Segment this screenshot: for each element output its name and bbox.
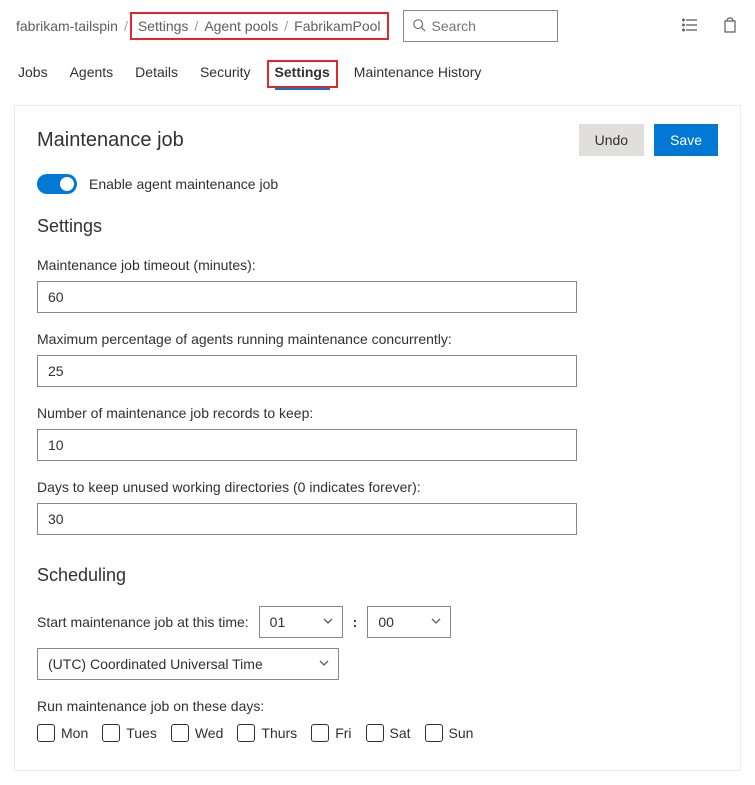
- checkbox[interactable]: [237, 724, 255, 742]
- enable-maintenance-label: Enable agent maintenance job: [89, 176, 278, 192]
- timezone-value: (UTC) Coordinated Universal Time: [48, 656, 263, 672]
- checkbox[interactable]: [311, 724, 329, 742]
- days-dirs-input[interactable]: [37, 503, 577, 535]
- day-label: Tues: [126, 725, 157, 741]
- undo-button[interactable]: Undo: [579, 124, 644, 156]
- chevron-down-icon: [316, 614, 334, 630]
- records-input[interactable]: [37, 429, 577, 461]
- day-label: Thurs: [261, 725, 297, 741]
- panel-title: Maintenance job: [37, 129, 184, 152]
- day-fri[interactable]: Fri: [311, 724, 351, 742]
- records-label: Number of maintenance job records to kee…: [37, 405, 577, 421]
- field-records: Number of maintenance job records to kee…: [37, 405, 577, 461]
- breadcrumb-pool-name[interactable]: FabrikamPool: [294, 18, 380, 34]
- panel-actions: Undo Save: [579, 124, 718, 156]
- tab-details[interactable]: Details: [133, 58, 180, 90]
- hour-select[interactable]: 01: [259, 606, 343, 638]
- checkbox[interactable]: [366, 724, 384, 742]
- breadcrumb-separator: /: [124, 18, 128, 34]
- start-time-label: Start maintenance job at this time:: [37, 614, 249, 630]
- chevron-down-icon: [424, 614, 442, 630]
- breadcrumb-separator: /: [284, 18, 288, 34]
- hour-value: 01: [270, 614, 286, 630]
- days-dirs-label: Days to keep unused working directories …: [37, 479, 577, 495]
- search-box[interactable]: [403, 10, 558, 42]
- breadcrumb-separator: /: [194, 18, 198, 34]
- settings-heading: Settings: [37, 216, 718, 237]
- settings-panel: Maintenance job Undo Save Enable agent m…: [14, 105, 741, 771]
- breadcrumb-org[interactable]: fabrikam-tailspin: [16, 18, 118, 34]
- save-button[interactable]: Save: [654, 124, 718, 156]
- tab-security[interactable]: Security: [198, 58, 253, 90]
- maxpct-label: Maximum percentage of agents running mai…: [37, 331, 577, 347]
- minute-select[interactable]: 00: [367, 606, 451, 638]
- timeout-label: Maintenance job timeout (minutes):: [37, 257, 577, 273]
- breadcrumb-highlight: Settings / Agent pools / FabrikamPool: [130, 12, 389, 40]
- search-input[interactable]: [432, 18, 549, 34]
- enable-maintenance-toggle[interactable]: [37, 174, 77, 194]
- timeout-input[interactable]: [37, 281, 577, 313]
- topbar: fabrikam-tailspin / Settings / Agent poo…: [0, 0, 755, 52]
- checkbox[interactable]: [171, 724, 189, 742]
- tabs: Jobs Agents Details Security Settings Ma…: [0, 52, 755, 91]
- day-label: Wed: [195, 725, 224, 741]
- time-colon: :: [353, 614, 358, 630]
- chevron-down-icon: [312, 656, 330, 672]
- day-thurs[interactable]: Thurs: [237, 724, 297, 742]
- list-icon[interactable]: [681, 16, 699, 37]
- tab-settings[interactable]: Settings: [273, 58, 332, 90]
- schedule-time-row: Start maintenance job at this time: 01 :…: [37, 606, 718, 680]
- breadcrumb: fabrikam-tailspin / Settings / Agent poo…: [16, 12, 389, 40]
- maxpct-input[interactable]: [37, 355, 577, 387]
- minute-value: 00: [378, 614, 394, 630]
- day-label: Sun: [449, 725, 474, 741]
- field-timeout: Maintenance job timeout (minutes):: [37, 257, 577, 313]
- enable-maintenance-row: Enable agent maintenance job: [37, 174, 718, 194]
- day-sat[interactable]: Sat: [366, 724, 411, 742]
- panel-header: Maintenance job Undo Save: [37, 124, 718, 156]
- day-sun[interactable]: Sun: [425, 724, 474, 742]
- day-wed[interactable]: Wed: [171, 724, 224, 742]
- scheduling-heading: Scheduling: [37, 565, 718, 586]
- day-label: Mon: [61, 725, 88, 741]
- field-maxpct: Maximum percentage of agents running mai…: [37, 331, 577, 387]
- day-label: Fri: [335, 725, 351, 741]
- checkbox[interactable]: [102, 724, 120, 742]
- day-label: Sat: [390, 725, 411, 741]
- tab-highlight: Settings: [267, 60, 338, 88]
- topbar-icons: [681, 16, 739, 37]
- breadcrumb-agent-pools[interactable]: Agent pools: [204, 18, 278, 34]
- shopping-bag-icon[interactable]: [721, 16, 739, 37]
- tab-maintenance-history[interactable]: Maintenance History: [352, 58, 484, 90]
- tab-agents[interactable]: Agents: [68, 58, 116, 90]
- breadcrumb-settings[interactable]: Settings: [138, 18, 189, 34]
- day-tues[interactable]: Tues: [102, 724, 157, 742]
- days-label: Run maintenance job on these days:: [37, 698, 718, 714]
- day-mon[interactable]: Mon: [37, 724, 88, 742]
- search-icon: [412, 18, 426, 35]
- checkbox[interactable]: [37, 724, 55, 742]
- tab-jobs[interactable]: Jobs: [16, 58, 50, 90]
- field-days-dirs: Days to keep unused working directories …: [37, 479, 577, 535]
- days-row: Mon Tues Wed Thurs Fri Sat Sun: [37, 724, 718, 742]
- timezone-select[interactable]: (UTC) Coordinated Universal Time: [37, 648, 339, 680]
- checkbox[interactable]: [425, 724, 443, 742]
